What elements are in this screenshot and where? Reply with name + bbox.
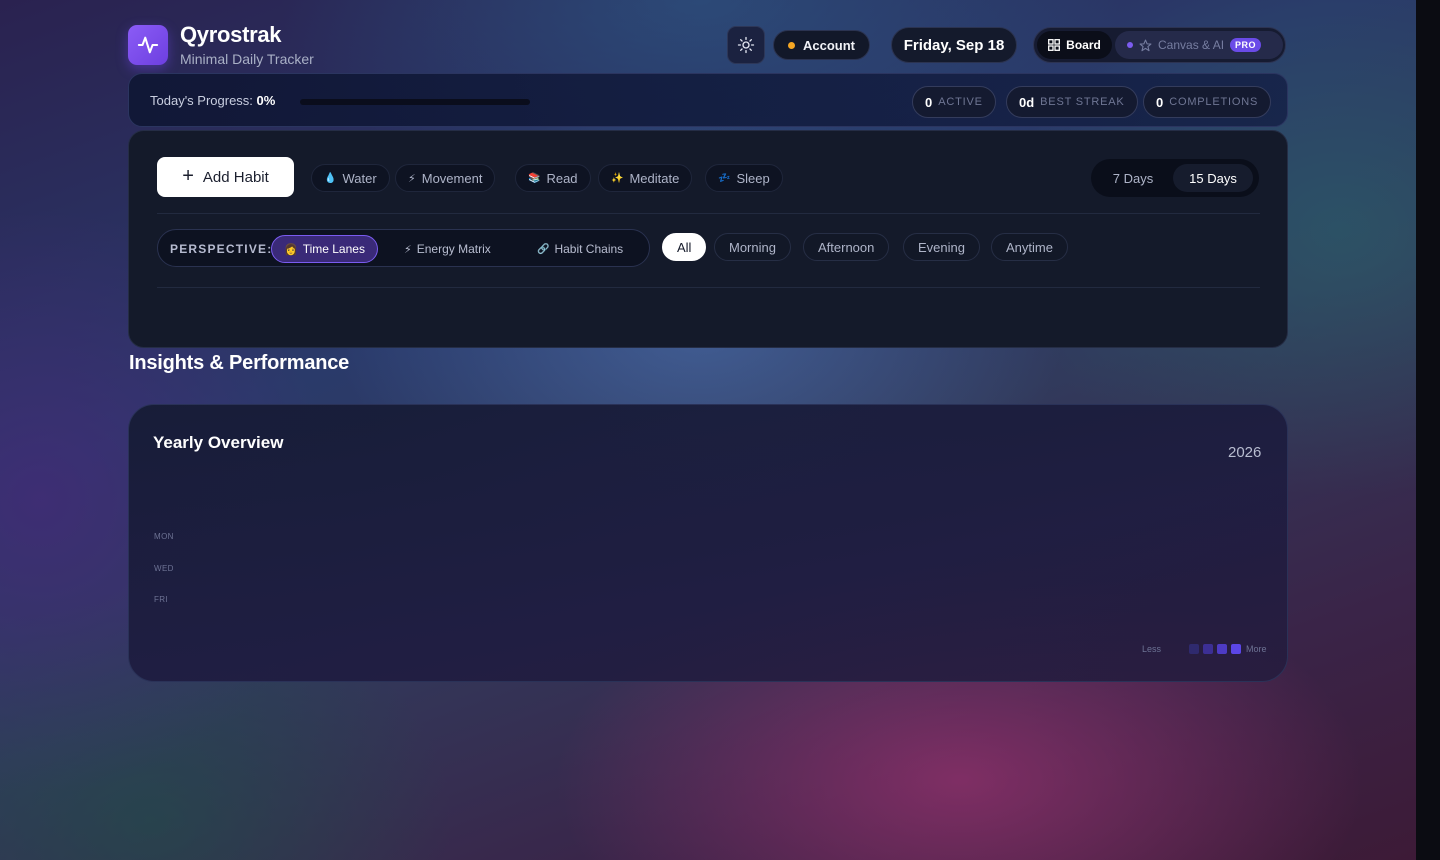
window-edge — [1416, 0, 1440, 860]
legend-swatch — [1217, 644, 1228, 654]
stat-value: 0 — [925, 94, 933, 110]
logo — [128, 25, 168, 65]
quick-habit-label: Sleep — [736, 170, 770, 186]
legend-more: More — [1246, 644, 1267, 654]
habit-board-card: + Add Habit 💧 Water ⚡ Movement 📚 Read ✨ … — [128, 130, 1288, 348]
add-habit-button[interactable]: + Add Habit — [157, 157, 294, 197]
activity-icon — [137, 36, 159, 54]
canvas-ai-button[interactable]: Canvas & AI PRO — [1115, 31, 1283, 59]
zzz-icon: 💤 — [718, 172, 731, 184]
header: Qyrostrak Minimal Daily Tracker Account … — [128, 22, 1288, 68]
grid-icon — [1048, 39, 1061, 51]
theme-toggle-button[interactable] — [727, 26, 765, 64]
current-date: Friday, Sep 18 — [891, 27, 1017, 63]
lightning-icon: ⚡ — [408, 172, 416, 185]
divider — [157, 287, 1260, 288]
legend-less: Less — [1142, 644, 1162, 654]
perspective-switcher: PERSPECTIVE: 👩 Time Lanes ⚡ Energy Matri… — [157, 229, 650, 267]
yearly-overview-card: Yearly Overview 2026 MON WED FRI Less Mo… — [128, 404, 1288, 682]
progress-value: 0% — [256, 93, 276, 108]
legend-swatch — [1231, 644, 1242, 654]
board-label: Board — [1066, 38, 1101, 52]
perspective-tab-time-lanes[interactable]: 👩 Time Lanes — [271, 235, 378, 263]
water-drop-icon: 💧 — [324, 172, 337, 184]
view-switcher: Board Canvas & AI PRO — [1033, 27, 1286, 63]
legend-swatch — [1203, 644, 1214, 654]
quick-habit-movement[interactable]: ⚡ Movement — [395, 164, 496, 192]
yearly-title: Yearly Overview — [153, 433, 284, 452]
pro-badge: PRO — [1230, 38, 1262, 52]
sparkles-icon: ✨ — [611, 172, 624, 184]
books-icon: 📚 — [528, 172, 541, 184]
divider — [157, 213, 1260, 214]
stat-label: BEST STREAK — [1040, 96, 1125, 108]
quick-habit-label: Read — [546, 170, 578, 186]
day-label-mon: MON — [154, 532, 174, 541]
perspective-tab-energy-matrix[interactable]: ⚡ Energy Matrix — [392, 235, 503, 263]
status-dot — [788, 41, 795, 49]
perspective-tab-label: Time Lanes — [302, 242, 365, 256]
account-button[interactable]: Account — [773, 30, 870, 60]
quick-habit-meditate[interactable]: ✨ Meditate — [598, 164, 693, 192]
perspective-tab-habit-chains[interactable]: 🔗 Habit Chains — [525, 235, 635, 263]
progress-label-text: Today's Progress: — [150, 93, 253, 108]
heatmap-legend: Less More — [1142, 644, 1267, 654]
range-15-days[interactable]: 15 Days — [1173, 164, 1253, 192]
quick-habit-label: Movement — [421, 170, 483, 186]
progress-panel: Today's Progress: 0% 0 ACTIVE 0d BEST ST… — [128, 73, 1288, 127]
filter-anytime[interactable]: Anytime — [991, 233, 1068, 261]
star-icon — [1139, 39, 1152, 51]
stat-active: 0 ACTIVE — [912, 86, 996, 118]
quick-habit-label: Meditate — [629, 170, 680, 186]
canvas-dot — [1127, 42, 1133, 48]
filter-all[interactable]: All — [662, 233, 707, 261]
progress-label: Today's Progress: 0% — [150, 93, 275, 108]
lightning-icon: ⚡ — [404, 243, 412, 256]
add-habit-label: Add Habit — [202, 168, 269, 186]
stat-value: 0d — [1019, 94, 1035, 110]
legend-swatch — [1189, 644, 1200, 654]
day-label-wed: WED — [154, 564, 174, 573]
stat-label: ACTIVE — [938, 96, 983, 108]
day-label-fri: FRI — [154, 595, 169, 604]
perspective-label: PERSPECTIVE: — [170, 242, 273, 256]
app-title: Qyrostrak — [180, 22, 282, 47]
year-selector[interactable]: 2026 — [1228, 444, 1261, 461]
link-icon: 🔗 — [537, 243, 550, 255]
perspective-tab-label: Energy Matrix — [416, 242, 491, 256]
range-7-days[interactable]: 7 Days — [1099, 164, 1167, 192]
person-icon: 👩 — [284, 243, 298, 256]
plus-icon: + — [182, 165, 194, 187]
filter-afternoon[interactable]: Afternoon — [803, 233, 890, 261]
section-title: Insights & Performance — [129, 352, 350, 374]
account-label: Account — [803, 37, 855, 53]
quick-habit-label: Water — [342, 170, 377, 186]
perspective-tab-label: Habit Chains — [554, 242, 624, 256]
stat-value: 0 — [1156, 94, 1164, 110]
quick-habit-sleep[interactable]: 💤 Sleep — [705, 164, 783, 192]
quick-habit-read[interactable]: 📚 Read — [515, 164, 591, 192]
stat-completions: 0 COMPLETIONS — [1143, 86, 1272, 118]
app-subtitle: Minimal Daily Tracker — [180, 51, 314, 67]
board-view-button[interactable]: Board — [1037, 31, 1112, 59]
range-switcher: 7 Days 15 Days — [1091, 159, 1259, 197]
quick-habit-water[interactable]: 💧 Water — [311, 164, 390, 192]
stat-best-streak: 0d BEST STREAK — [1006, 86, 1138, 118]
filter-evening[interactable]: Evening — [903, 233, 980, 261]
stat-label: COMPLETIONS — [1169, 96, 1259, 108]
canvas-label: Canvas & AI — [1158, 38, 1225, 52]
filter-morning[interactable]: Morning — [714, 233, 791, 261]
sun-icon — [737, 36, 755, 54]
progress-bar — [300, 99, 530, 105]
